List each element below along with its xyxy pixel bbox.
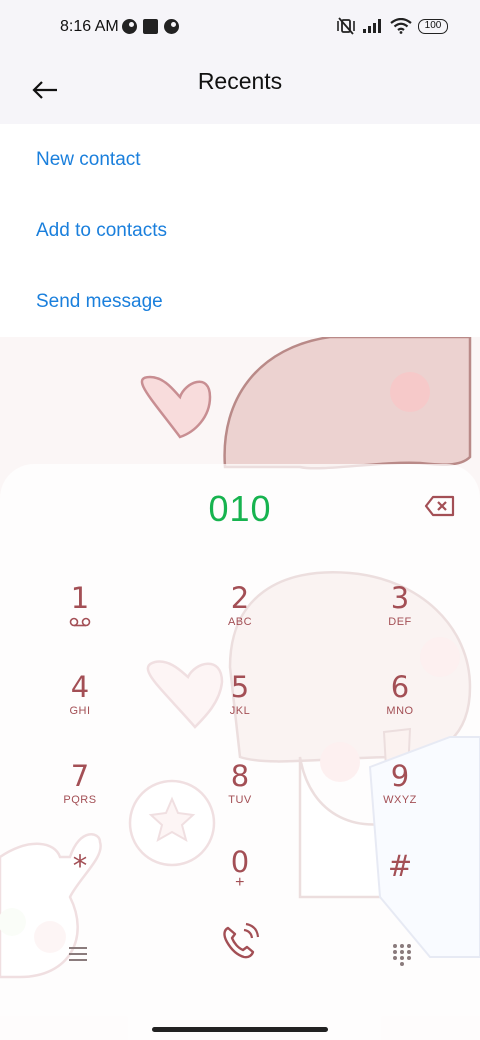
key-2[interactable]: 2 ABC (180, 582, 300, 658)
key-hash[interactable]: # (340, 850, 460, 926)
key-letters: DEF (388, 616, 412, 628)
status-left-icons (122, 19, 179, 34)
key-letters: MNO (386, 705, 414, 717)
key-letters: PQRS (63, 794, 97, 806)
key-digit: 9 (390, 759, 410, 793)
key-0[interactable]: 0 + (180, 846, 300, 922)
key-digit: * (72, 849, 88, 883)
status-time: 8:16 AM (60, 18, 119, 35)
status-bar: 8:16 AM 100 (0, 0, 480, 56)
key-digit: # (387, 849, 413, 883)
keypad-grid-icon[interactable] (390, 942, 414, 966)
backspace-icon[interactable] (424, 494, 456, 518)
key-4[interactable]: 4 GHI (20, 671, 140, 747)
key-3[interactable]: 3 DEF (340, 582, 460, 658)
voicemail-icon (69, 617, 91, 627)
status-right-icons: 100 (336, 17, 448, 35)
key-letters: ABC (227, 616, 253, 628)
key-digit: 2 (230, 581, 250, 615)
vibrate-mute-icon (337, 17, 355, 35)
key-letters: GHI (69, 705, 91, 717)
page-title: Recents (197, 68, 283, 94)
dialer-panel: 010 1 2 ABC 3 DEF 4 GHI 5 JKL 6 MNO 7 PQ… (0, 464, 480, 1040)
key-6[interactable]: 6 MNO (340, 671, 460, 747)
key-digit: 4 (70, 670, 90, 704)
notification-circle-icon (164, 19, 179, 34)
key-digit: 1 (70, 581, 90, 615)
add-to-contacts-link[interactable]: Add to contacts (36, 220, 167, 242)
key-7[interactable]: 7 PQRS (20, 760, 140, 836)
key-1[interactable]: 1 (20, 582, 140, 658)
battery-icon: 100 (418, 18, 448, 34)
key-9[interactable]: 9 WXYZ (340, 760, 460, 836)
key-star[interactable]: * (20, 850, 140, 926)
key-digit: 3 (390, 581, 410, 615)
actions-list: New contact Add to contacts Send message (0, 124, 480, 337)
key-digit: 7 (70, 759, 90, 793)
dialed-number: 010 (208, 488, 272, 529)
key-digit: 6 (390, 670, 410, 704)
key-5[interactable]: 5 JKL (180, 671, 300, 747)
square-app-icon (143, 19, 158, 34)
wifi-icon (390, 18, 412, 34)
key-letters: + (235, 874, 245, 891)
key-letters: WXYZ (383, 794, 417, 806)
notification-circle-icon (122, 19, 137, 34)
key-digit: 8 (230, 759, 250, 793)
key-letters: TUV (228, 794, 252, 806)
header: Recents (0, 56, 480, 124)
phone-call-icon[interactable] (218, 920, 262, 964)
home-indicator[interactable] (152, 1027, 328, 1032)
new-contact-link[interactable]: New contact (36, 149, 141, 171)
send-message-link[interactable]: Send message (36, 291, 163, 313)
menu-icon[interactable] (66, 944, 90, 964)
key-letters: JKL (229, 705, 251, 717)
key-8[interactable]: 8 TUV (180, 760, 300, 836)
key-digit: 5 (230, 670, 250, 704)
signal-icon (363, 19, 381, 33)
